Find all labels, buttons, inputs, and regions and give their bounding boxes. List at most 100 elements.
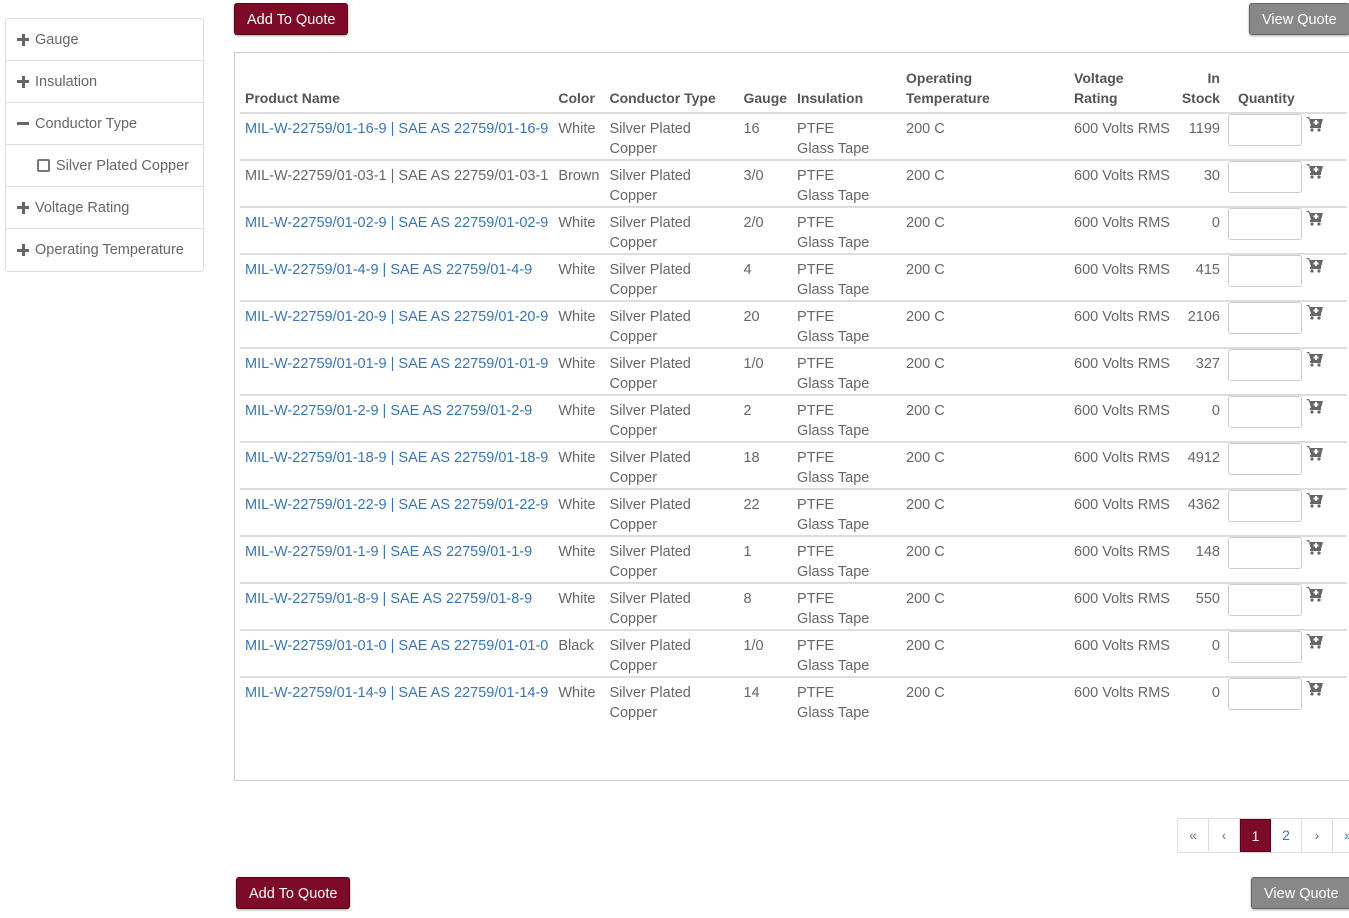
cart-plus-icon[interactable] xyxy=(1306,257,1324,273)
product-link[interactable]: MIL-W-22759/01-20-9 | SAE AS 22759/01-20… xyxy=(245,309,548,325)
table-row: MIL-W-22759/01-01-0 | SAE AS 22759/01-01… xyxy=(240,630,1347,678)
product-link[interactable]: MIL-W-22759/01-01-0 | SAE AS 22759/01-01… xyxy=(245,638,548,654)
cell-insulation: PTFE Glass Tape xyxy=(792,583,902,631)
col-color[interactable]: Color xyxy=(553,68,605,114)
cell-conductor-type: Silver Plated Copper xyxy=(604,207,739,255)
table-row: MIL-W-22759/01-01-9 | SAE AS 22759/01-01… xyxy=(240,348,1347,396)
cart-plus-icon[interactable] xyxy=(1306,351,1324,367)
cart-plus-icon[interactable] xyxy=(1306,586,1324,602)
col-voltage-rating[interactable]: Voltage Rating xyxy=(1069,68,1175,114)
cell-voltage-rating: 600 Volts RMS xyxy=(1069,301,1175,349)
add-to-quote-button-bottom[interactable]: Add To Quote xyxy=(236,877,351,909)
cart-plus-icon[interactable] xyxy=(1306,116,1324,132)
view-quote-button-bottom[interactable]: View Quote xyxy=(1251,877,1349,909)
page-2-button[interactable]: 2 xyxy=(1271,819,1302,852)
cart-plus-icon[interactable] xyxy=(1306,539,1324,555)
cell-in-stock: 0 xyxy=(1174,395,1225,443)
cell-color: Brown xyxy=(553,160,605,208)
quantity-input[interactable] xyxy=(1227,537,1302,569)
page-last-button[interactable]: » xyxy=(1333,819,1349,852)
cart-plus-icon[interactable] xyxy=(1306,398,1324,414)
cart-plus-icon[interactable] xyxy=(1306,445,1324,461)
product-link[interactable]: MIL-W-22759/01-2-9 | SAE AS 22759/01-2-9 xyxy=(245,403,532,419)
table-row: MIL-W-22759/01-03-1 | SAE AS 22759/01-03… xyxy=(240,160,1347,208)
cell-voltage-rating: 600 Volts RMS xyxy=(1069,536,1175,584)
checkbox-icon[interactable] xyxy=(37,159,50,172)
cell-voltage-rating: 600 Volts RMS xyxy=(1074,685,1170,701)
product-link[interactable]: MIL-W-22759/01-14-9 | SAE AS 22759/01-14… xyxy=(245,685,548,701)
quantity-input[interactable] xyxy=(1227,678,1302,710)
page-first-button[interactable]: « xyxy=(1178,819,1209,852)
table-row: MIL-W-22759/01-18-9 | SAE AS 22759/01-18… xyxy=(240,442,1347,490)
cell-in-stock: 148 xyxy=(1174,536,1225,584)
col-operating-temperature[interactable]: Operating Temperature xyxy=(901,68,1070,114)
product-link[interactable]: MIL-W-22759/01-18-9 | SAE AS 22759/01-18… xyxy=(245,450,548,466)
product-link[interactable]: MIL-W-22759/01-16-9 | SAE AS 22759/01-16… xyxy=(245,121,548,137)
table-row: MIL-W-22759/01-16-9 | SAE AS 22759/01-16… xyxy=(240,113,1347,161)
cell-operating-temperature: 200 C xyxy=(901,630,1070,678)
facet-option-silver-plated-copper[interactable]: Silver Plated Copper xyxy=(6,145,203,187)
cell-color: White xyxy=(553,583,605,631)
cell-product-name: MIL-W-22759/01-03-1 | SAE AS 22759/01-03… xyxy=(240,160,554,208)
cell-product-name: MIL-W-22759/01-4-9 | SAE AS 22759/01-4-9 xyxy=(240,254,554,302)
cell-operating-temperature: 200 C xyxy=(901,207,1070,255)
cart-plus-icon[interactable] xyxy=(1306,492,1324,508)
cell-quantity xyxy=(1224,160,1347,208)
cell-gauge: 1 xyxy=(738,536,793,584)
cell-quantity xyxy=(1224,113,1347,161)
cell-gauge: 22 xyxy=(738,489,793,537)
cell-operating-temperature: 200 C xyxy=(901,348,1070,396)
product-link[interactable]: MIL-W-22759/01-02-9 | SAE AS 22759/01-02… xyxy=(245,215,548,231)
cell-operating-temperature: 200 C xyxy=(901,254,1070,302)
view-quote-button-top[interactable]: View Quote xyxy=(1249,3,1349,35)
cell-quantity xyxy=(1224,583,1347,631)
cart-plus-icon[interactable] xyxy=(1306,210,1324,226)
quantity-input[interactable] xyxy=(1227,302,1302,334)
quantity-input[interactable] xyxy=(1227,396,1302,428)
page-1-button[interactable]: 1 xyxy=(1240,819,1271,852)
quantity-input[interactable] xyxy=(1227,443,1302,475)
add-to-quote-button-top[interactable]: Add To Quote xyxy=(234,3,349,35)
filter-sidebar: Gauge Insulation Conductor Type Silver Plat… xyxy=(5,18,204,272)
page-prev-button[interactable]: ‹ xyxy=(1209,819,1240,852)
cell-conductor-type: Silver Plated Copper xyxy=(604,301,739,349)
quantity-input[interactable] xyxy=(1227,208,1302,240)
quantity-input[interactable] xyxy=(1227,161,1302,193)
facet-operating-temperature[interactable]: Operating Temperature xyxy=(6,229,203,271)
facet-voltage-rating[interactable]: Voltage Rating xyxy=(6,187,203,229)
cell-in-stock: 327 xyxy=(1174,348,1225,396)
cart-plus-icon[interactable] xyxy=(1306,680,1324,696)
cell-in-stock: 1199 xyxy=(1174,113,1225,161)
quantity-input[interactable] xyxy=(1227,114,1302,146)
cart-plus-icon[interactable] xyxy=(1306,633,1324,649)
quantity-input[interactable] xyxy=(1227,349,1302,381)
facet-insulation[interactable]: Insulation xyxy=(6,61,203,103)
cell-operating-temperature: 200 C xyxy=(901,113,1070,161)
cell-quantity xyxy=(1224,301,1347,349)
col-gauge[interactable]: Gauge xyxy=(738,68,793,114)
cell-insulation: PTFE Glass Tape xyxy=(792,254,902,302)
cart-plus-icon[interactable] xyxy=(1306,304,1324,320)
product-link[interactable]: MIL-W-22759/01-8-9 | SAE AS 22759/01-8-9 xyxy=(245,591,532,607)
quantity-input[interactable] xyxy=(1227,584,1302,616)
product-link[interactable]: MIL-W-22759/01-01-9 | SAE AS 22759/01-01… xyxy=(245,356,548,372)
cell-quantity xyxy=(1224,395,1347,443)
product-link[interactable]: MIL-W-22759/01-1-9 | SAE AS 22759/01-1-9 xyxy=(245,544,532,560)
cell-in-stock: 0 xyxy=(1174,207,1225,255)
cell-color: White xyxy=(553,301,605,349)
facet-gauge[interactable]: Gauge xyxy=(6,19,203,61)
quantity-input[interactable] xyxy=(1227,255,1302,287)
product-link[interactable]: MIL-W-22759/01-4-9 | SAE AS 22759/01-4-9 xyxy=(245,262,532,278)
cart-plus-icon[interactable] xyxy=(1306,163,1324,179)
page-next-button[interactable]: › xyxy=(1302,819,1333,852)
product-link[interactable]: MIL-W-22759/01-22-9 | SAE AS 22759/01-22… xyxy=(245,497,548,513)
facet-conductor-type[interactable]: Conductor Type xyxy=(6,103,203,145)
col-in-stock[interactable]: In Stock xyxy=(1174,68,1225,114)
quantity-input[interactable] xyxy=(1227,631,1302,663)
col-insulation[interactable]: Insulation xyxy=(792,68,902,114)
product-table: Product Name Color Conductor Type Gauge … xyxy=(240,68,1347,723)
col-product-name[interactable]: Product Name xyxy=(240,68,554,114)
col-conductor-type[interactable]: Conductor Type xyxy=(604,68,739,114)
cell-product-name: MIL-W-22759/01-01-0 | SAE AS 22759/01-01… xyxy=(240,630,554,678)
quantity-input[interactable] xyxy=(1227,490,1302,522)
